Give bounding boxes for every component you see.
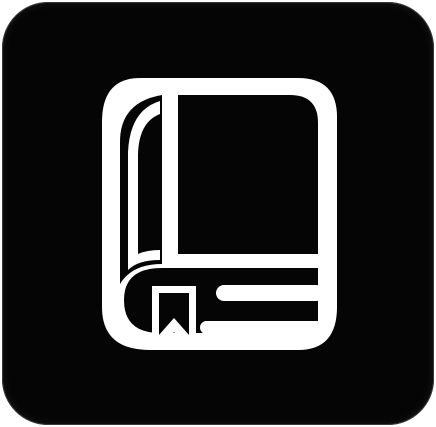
- book-page-line-top: [216, 285, 324, 301]
- app-icon-tile[interactable]: [2, 2, 434, 425]
- book-icon: [102, 78, 337, 350]
- book-page-line-bottom: [200, 321, 330, 334]
- icon-canvas: [0, 0, 436, 427]
- book-cover-inner: [178, 95, 318, 254]
- book-spine-inner: [138, 114, 160, 254]
